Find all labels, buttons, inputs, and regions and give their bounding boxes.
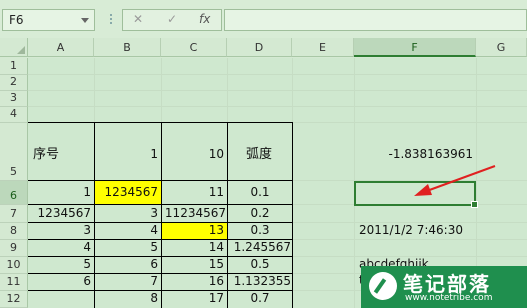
cell-b6[interactable]: 1234567 bbox=[95, 184, 161, 201]
column-header-a[interactable]: A bbox=[28, 38, 94, 57]
cell-d9[interactable]: 1.245567 bbox=[228, 239, 292, 256]
name-box-value: F6 bbox=[9, 13, 24, 27]
cell-c5[interactable]: 10 bbox=[162, 146, 227, 163]
cell-c10[interactable]: 15 bbox=[162, 256, 227, 273]
confirm-icon[interactable]: ✓ bbox=[167, 12, 177, 26]
cell-c7[interactable]: 11234567 bbox=[162, 205, 227, 222]
cell-c12[interactable]: 17 bbox=[162, 290, 227, 307]
column-header-f[interactable]: F bbox=[354, 38, 476, 57]
formula-toolbar: F6 ✕ ✓ fx bbox=[0, 0, 527, 39]
cell-c6[interactable]: 11 bbox=[162, 184, 227, 201]
cell-a10[interactable]: 5 bbox=[28, 256, 94, 273]
row-header-4[interactable]: 4 bbox=[0, 107, 28, 123]
select-all-button[interactable] bbox=[0, 38, 28, 57]
column-header-e[interactable]: E bbox=[292, 38, 354, 57]
cell-d10[interactable]: 0.5 bbox=[228, 256, 292, 273]
name-box[interactable]: F6 bbox=[2, 9, 95, 31]
gridline bbox=[28, 90, 527, 91]
row-header-9[interactable]: 9 bbox=[0, 240, 28, 257]
row-header-6[interactable]: 6 bbox=[0, 181, 28, 205]
cancel-icon[interactable]: ✕ bbox=[133, 12, 143, 26]
gridline bbox=[28, 106, 527, 107]
cell-d5[interactable]: 弧度 bbox=[243, 146, 292, 163]
row-header-8[interactable]: 8 bbox=[0, 223, 28, 240]
table-border bbox=[28, 180, 292, 181]
row-header-11[interactable]: 11 bbox=[0, 274, 28, 291]
insert-function-button[interactable]: fx bbox=[199, 12, 210, 26]
cell-b8[interactable]: 4 bbox=[95, 222, 161, 239]
drag-handle-icon[interactable] bbox=[109, 12, 113, 28]
row-header-3[interactable]: 3 bbox=[0, 91, 28, 107]
cell-c9[interactable]: 14 bbox=[162, 239, 227, 256]
cell-b12[interactable]: 8 bbox=[95, 290, 161, 307]
row-header-1[interactable]: 1 bbox=[0, 58, 28, 75]
cell-d11[interactable]: 1.132355 bbox=[228, 273, 292, 290]
cell-a9[interactable]: 4 bbox=[28, 239, 94, 256]
cell-f8[interactable]: 2011/1/2 7:46:30 bbox=[356, 222, 476, 239]
pen-icon bbox=[369, 272, 397, 300]
formula-buttons: ✕ ✓ fx bbox=[122, 9, 222, 31]
cell-d12[interactable]: 0.7 bbox=[228, 290, 292, 307]
watermark-url: www.notetribe.com bbox=[405, 293, 493, 303]
table-border bbox=[292, 122, 293, 308]
row-header-10[interactable]: 10 bbox=[0, 257, 28, 274]
cell-a8[interactable]: 3 bbox=[28, 222, 94, 239]
row-header-5[interactable]: 5 bbox=[0, 123, 28, 181]
row-header-12[interactable]: 12 bbox=[0, 291, 28, 308]
cell-b11[interactable]: 7 bbox=[95, 273, 161, 290]
cell-c11[interactable]: 16 bbox=[162, 273, 227, 290]
gridline bbox=[28, 74, 527, 75]
column-header-d[interactable]: D bbox=[227, 38, 292, 57]
cell-a6[interactable]: 1 bbox=[28, 184, 94, 201]
annotation-arrow-icon bbox=[414, 165, 496, 196]
row-header-2[interactable]: 2 bbox=[0, 75, 28, 91]
cell-d7[interactable]: 0.2 bbox=[228, 205, 292, 222]
cell-d6[interactable]: 0.1 bbox=[228, 184, 292, 201]
column-header-b[interactable]: B bbox=[94, 38, 161, 57]
cell-a5[interactable]: 序号 bbox=[30, 146, 94, 163]
cell-b10[interactable]: 6 bbox=[95, 256, 161, 273]
column-header-c[interactable]: C bbox=[161, 38, 227, 57]
chevron-down-icon[interactable] bbox=[81, 18, 89, 23]
cell-a7[interactable]: 1234567 bbox=[28, 205, 94, 222]
cell-a11[interactable]: 6 bbox=[28, 273, 94, 290]
cell-b9[interactable]: 5 bbox=[95, 239, 161, 256]
cell-b7[interactable]: 3 bbox=[95, 205, 161, 222]
column-header-g[interactable]: G bbox=[476, 38, 527, 57]
row-header-7[interactable]: 7 bbox=[0, 205, 28, 223]
watermark-logo: 笔记部落 www.notetribe.com bbox=[361, 266, 527, 308]
cell-b5[interactable]: 1 bbox=[95, 146, 161, 163]
cell-d8[interactable]: 0.3 bbox=[228, 222, 292, 239]
cell-c8[interactable]: 13 bbox=[162, 222, 227, 239]
table-border bbox=[28, 122, 292, 123]
column-headers: A B C D E F G bbox=[0, 38, 527, 58]
formula-bar-input[interactable] bbox=[224, 9, 527, 31]
